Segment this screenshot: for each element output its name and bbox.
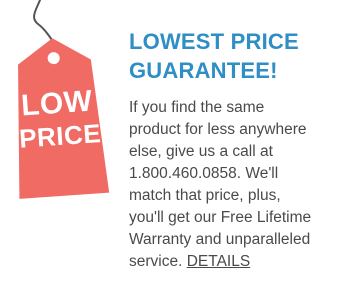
headline-line-2: GUARANTEE! bbox=[129, 58, 278, 83]
tag-shape: LOW PRICE bbox=[18, 38, 110, 199]
description-last-line: service. DETAILS bbox=[129, 251, 337, 273]
description-line: match that price, plus, bbox=[129, 187, 281, 204]
low-price-guarantee-promo: LOW PRICE LOWEST PRICE GUARANTEE! If you… bbox=[0, 0, 340, 291]
description-line: Warranty and unparalleled bbox=[129, 231, 311, 248]
description-line: else, give us a call at bbox=[129, 143, 273, 160]
description-line: If you find the same bbox=[129, 99, 265, 116]
promo-headline: LOWEST PRICE GUARANTEE! bbox=[129, 27, 334, 85]
description-line-prefix: service. bbox=[129, 253, 183, 270]
description-line: you'll get our Free Lifetime bbox=[129, 209, 312, 226]
tag-label-price: PRICE bbox=[18, 118, 102, 154]
description-line: 1.800.460.0858. We'll bbox=[129, 165, 279, 182]
promo-description: If you find the same product for less an… bbox=[129, 97, 337, 273]
headline-line-1: LOWEST PRICE bbox=[129, 29, 299, 54]
details-link[interactable]: DETAILS bbox=[187, 253, 250, 270]
low-price-tag-icon: LOW PRICE bbox=[0, 0, 116, 200]
description-line: product for less anywhere bbox=[129, 121, 307, 138]
tag-label-low: LOW bbox=[20, 85, 94, 123]
